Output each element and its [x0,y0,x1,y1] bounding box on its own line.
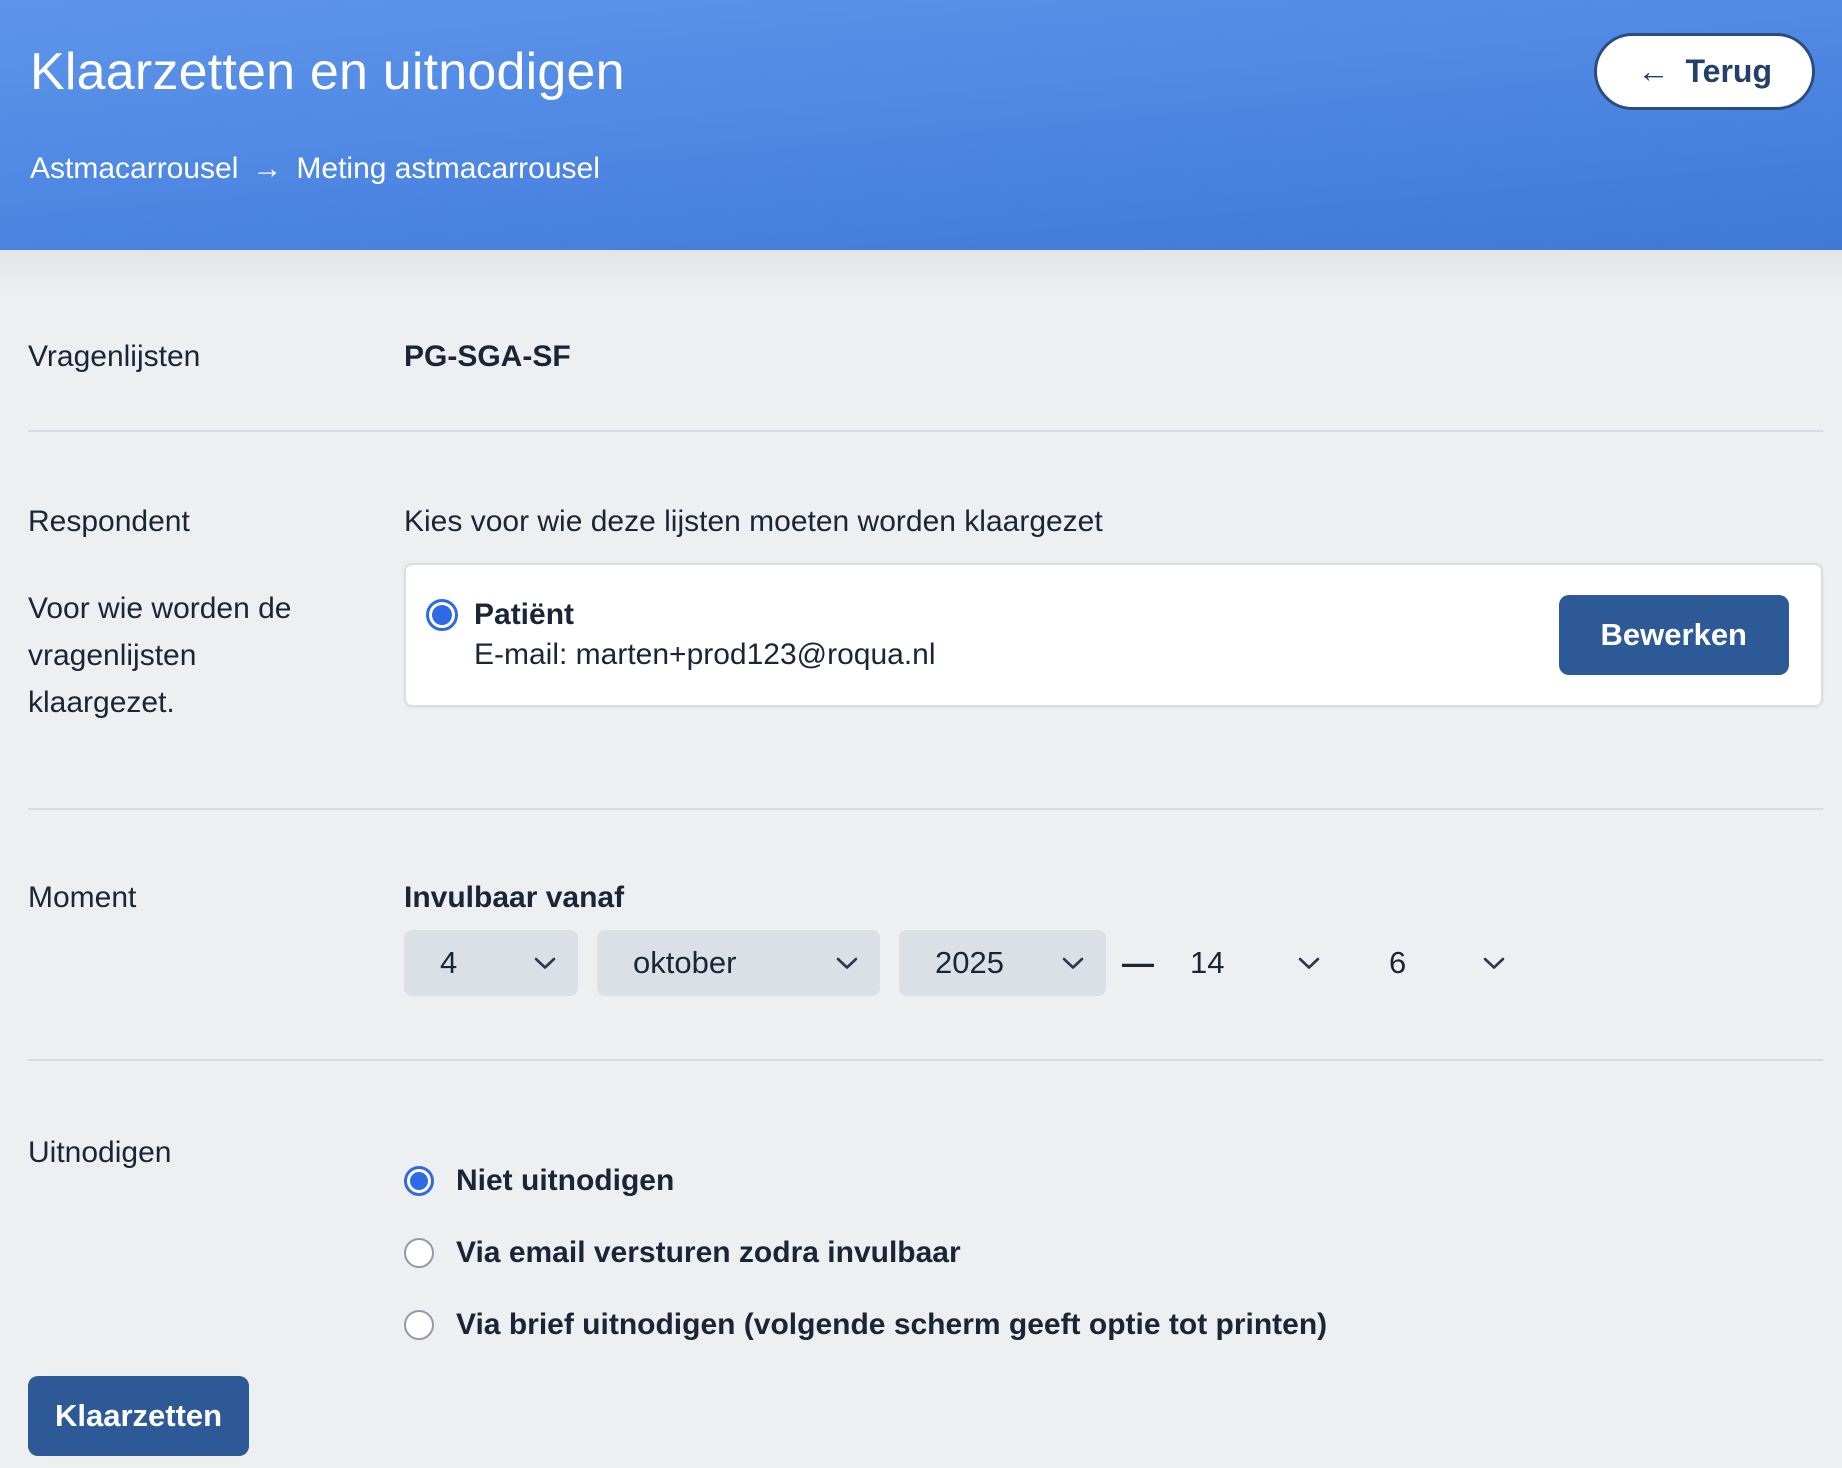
date-time-separator: — [1122,945,1154,982]
patient-label: Patiënt [474,595,936,635]
divider [28,1059,1823,1061]
chevron-down-icon [534,957,556,970]
option-label: Via email versturen zodra invulbaar [456,1234,961,1272]
section-vragenlijsten: Vragenlijsten PG-SGA-SF [28,338,1823,376]
vragenlijsten-label: Vragenlijsten [28,338,404,376]
section-uitnodigen: Uitnodigen Niet uitnodigen Via email ver… [28,1134,1823,1344]
back-button-label: Terug [1685,53,1772,90]
chevron-down-icon [1298,957,1320,970]
radio-icon [404,1238,434,1268]
respondent-help-text: Voor wie worden de vragenlijsten klaarge… [28,585,328,726]
radio-option-niet-uitnodigen[interactable]: Niet uitnodigen [404,1162,1823,1200]
hour-select-value: 14 [1190,945,1224,981]
breadcrumb-arrow-icon: → [252,152,282,186]
patient-email: E-mail: marten+prod123@roqua.nl [474,635,936,675]
back-button[interactable]: ← Terug [1594,33,1815,110]
date-time-row: 4 oktober 2025 — 14 [404,930,1823,996]
radio-patient[interactable] [426,599,458,631]
respondent-option-patient[interactable]: Patiënt E-mail: marten+prod123@roqua.nl [426,595,1581,675]
section-respondent: Respondent Voor wie worden de vragenlijs… [28,503,1823,726]
form: Vragenlijsten PG-SGA-SF Respondent Voor … [0,338,1842,1456]
radio-option-via-email[interactable]: Via email versturen zodra invulbaar [404,1234,1823,1272]
divider [28,808,1823,810]
breadcrumb: Astmacarrousel → Meting astmacarrousel [30,152,1812,186]
invulbaar-vanaf-label: Invulbaar vanaf [404,879,1823,917]
page: Klaarzetten en uitnodigen Astmacarrousel… [0,0,1842,1468]
hour-select[interactable]: 14 [1168,930,1334,996]
radio-option-via-brief[interactable]: Via brief uitnodigen (volgende scherm ge… [404,1306,1823,1344]
respondent-label: Respondent [28,503,404,541]
section-moment: Moment Invulbaar vanaf 4 oktober 2025 [28,879,1823,996]
month-select-value: oktober [633,945,736,981]
chevron-down-icon [1483,957,1505,970]
respondent-instruction: Kies voor wie deze lijsten moeten worden… [404,503,1823,541]
klaarzetten-button[interactable]: Klaarzetten [28,1376,249,1456]
header-shadow [0,250,1842,294]
page-header: Klaarzetten en uitnodigen Astmacarrousel… [0,0,1842,250]
respondent-card: Patiënt E-mail: marten+prod123@roqua.nl … [404,563,1823,707]
option-label: Niet uitnodigen [456,1162,674,1200]
divider [28,430,1823,432]
minute-select[interactable]: 6 [1353,930,1519,996]
month-select[interactable]: oktober [597,930,880,996]
left-arrow-icon: ← [1637,53,1669,90]
chevron-down-icon [1062,957,1084,970]
moment-label: Moment [28,879,404,996]
day-select-value: 4 [440,945,457,981]
breadcrumb-current: Meting astmacarrousel [296,152,599,186]
page-title: Klaarzetten en uitnodigen [30,42,1812,102]
breadcrumb-parent: Astmacarrousel [30,152,238,186]
radio-icon [404,1166,434,1196]
day-select[interactable]: 4 [404,930,578,996]
year-select[interactable]: 2025 [899,930,1106,996]
uitnodigen-label: Uitnodigen [28,1134,404,1344]
year-select-value: 2025 [935,945,1004,981]
vragenlijsten-value: PG-SGA-SF [404,338,1823,376]
chevron-down-icon [836,957,858,970]
option-label: Via brief uitnodigen (volgende scherm ge… [456,1306,1327,1344]
radio-icon [404,1310,434,1340]
minute-select-value: 6 [1389,945,1406,981]
edit-button[interactable]: Bewerken [1559,595,1789,675]
